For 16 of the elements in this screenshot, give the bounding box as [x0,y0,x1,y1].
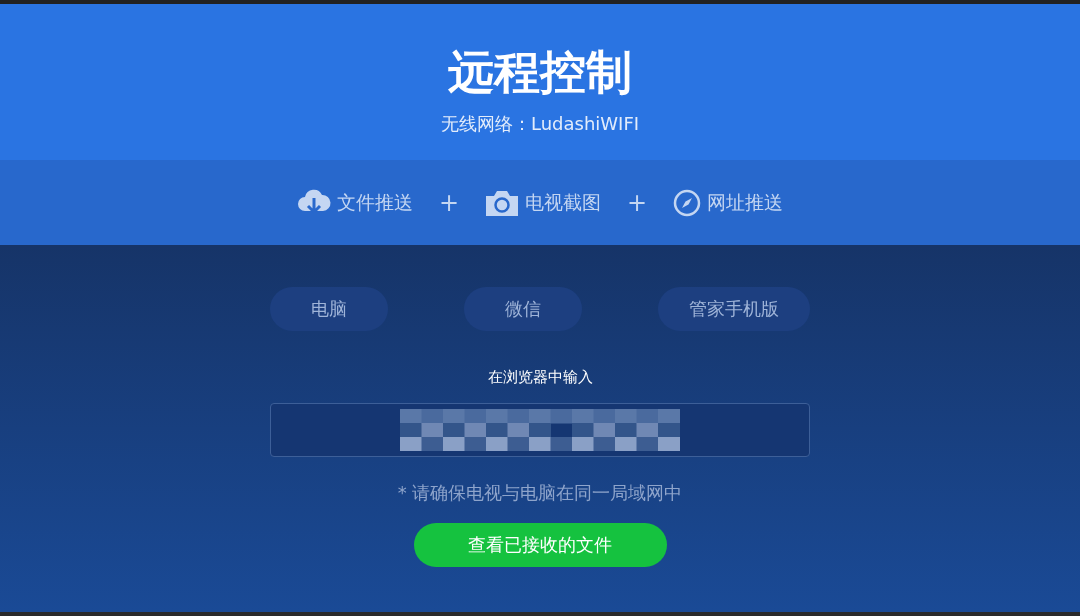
address-field[interactable] [270,403,810,457]
target-tab[interactable]: 微信 [464,287,582,331]
plus-sign: + [627,188,648,217]
feature-label[interactable]: 文件推送 [336,189,413,216]
network-name: 无线网络：LudashiWIFI [440,112,640,136]
target-tab[interactable]: 电脑 [270,287,388,331]
page-title: 远程控制 [448,44,632,101]
network-note: * 请确保电视与电脑在同一局域网中 [397,481,683,505]
feature-label[interactable]: 网址推送 [707,189,784,216]
target-tab[interactable]: 管家手机版 [658,287,810,331]
address-label: 在浏览器中输入 [487,368,593,387]
plus-sign: + [438,188,459,217]
compass-icon [673,188,702,217]
feature-label[interactable]: 电视截图 [525,189,601,216]
camera-icon [485,188,519,217]
view-files-button[interactable]: 查看已接收的文件 [413,523,667,567]
